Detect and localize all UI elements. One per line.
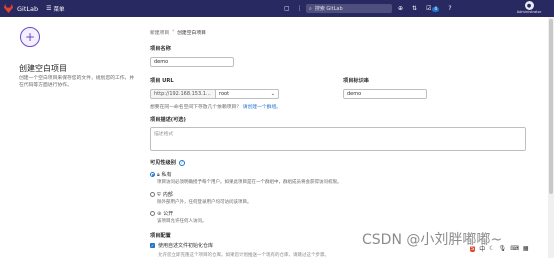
- create-group-link[interactable]: 请创建一个群组。: [243, 105, 281, 110]
- chinese-input-label[interactable]: 中: [479, 244, 485, 253]
- tanuki-icon: [4, 4, 13, 13]
- description-placeholder: 描述格式: [154, 132, 174, 137]
- user-menu[interactable]: ● Administrator: [516, 1, 542, 14]
- search-placeholder: 搜索 GitLab: [314, 6, 343, 12]
- readme-description: 允许您立即克隆这个项目的仓库。如果您计划推送一个现有的仓库，请跳过这个步骤。: [158, 253, 329, 258]
- url-prefix: http://192.168.153.1...: [150, 89, 216, 99]
- radio-internal[interactable]: [150, 192, 155, 197]
- gitlab-logo[interactable]: GitLab: [4, 4, 38, 13]
- globe-icon: ⊕: [157, 210, 162, 217]
- breadcrumb-new-project[interactable]: 新建项目: [150, 29, 169, 36]
- new-project-plus-icon: +: [20, 27, 40, 47]
- readme-label: 使用自述文件初始化仓库: [158, 243, 214, 249]
- internal-description: 除外部用户外，任何登录用户均可访问该项目。: [157, 200, 252, 205]
- avatar: ●: [524, 1, 534, 10]
- private-description: 项目访问必须明确授予每个用户。如果此项目是在一个群组中，群组成员将会获得访问权限…: [157, 180, 342, 185]
- lock-icon: 🔒︎: [157, 171, 160, 178]
- mic-icon[interactable]: 🎙︎: [499, 245, 507, 252]
- public-label: 公开: [163, 211, 174, 217]
- description-label: 项目描述(可选): [150, 117, 186, 123]
- project-slug-label: 项目标识串: [343, 78, 369, 84]
- visibility-option-private[interactable]: 🔒︎ 私有 项目访问必须明确授予每个用户。如果此项目是在一个群组中，群组成员将会…: [150, 171, 342, 185]
- chevron-down-icon: ⌄: [270, 91, 275, 97]
- todo-icon[interactable]: ☑ 0: [426, 5, 440, 12]
- top-navbar: GitLab ☰ 菜单 ▢ ⋮ ⌕ 搜索 GitLab ⊕ ⇅ ☑ 0 ? ● A…: [0, 0, 554, 17]
- help-icon[interactable]: ?: [448, 5, 451, 12]
- namespace-value: root: [219, 91, 230, 97]
- help-circle-icon[interactable]: ?: [178, 159, 185, 166]
- readme-checkbox-row[interactable]: ✓ 使用自述文件初始化仓库: [150, 242, 213, 249]
- merge-request-icon[interactable]: ⇅: [412, 5, 417, 12]
- namespace-select[interactable]: root ⌄: [215, 89, 279, 99]
- project-name-value: demo: [154, 59, 169, 65]
- page-description: 创建一个空白项目来保存您的文件，规划您的工作，并在代码等方面进行协作。: [19, 76, 135, 88]
- brand-name: GitLab: [17, 4, 39, 13]
- s-icon[interactable]: S: [470, 245, 476, 252]
- readme-checkbox[interactable]: ✓: [150, 243, 155, 248]
- url-prefix-text: http://192.168.153.1...: [154, 91, 211, 97]
- project-config-title: 项目配置: [150, 233, 171, 239]
- private-label: 私有: [161, 172, 172, 178]
- description-textarea[interactable]: 描述格式: [150, 127, 526, 151]
- todo-badge: 0: [432, 7, 440, 12]
- search-icon: ⌕: [309, 5, 312, 12]
- chevron-right-icon: ›: [172, 29, 175, 34]
- search-input[interactable]: ⌕ 搜索 GitLab: [306, 4, 392, 13]
- radio-public[interactable]: [150, 211, 155, 216]
- internal-label: 内部: [162, 192, 173, 198]
- menu-button[interactable]: ☰ 菜单: [46, 5, 64, 13]
- page-title: 创建空白项目: [19, 64, 67, 73]
- ime-tray: S 中 ☾ 🎙︎ ⌨ ▦: [470, 244, 529, 253]
- public-description: 该项目允许任何人访问。: [157, 219, 207, 224]
- visibility-option-public[interactable]: ⊕ 公开 该项目允许任何人访问。: [150, 210, 207, 224]
- plus-icon[interactable]: ⊕: [398, 5, 403, 12]
- keyboard-icon[interactable]: ⌨: [510, 245, 519, 252]
- menu-label: 菜单: [53, 6, 65, 13]
- breadcrumb-current: 创建空白项目: [177, 31, 206, 36]
- project-slug-value: demo: [347, 91, 362, 97]
- shield-icon: ⛨: [157, 191, 161, 198]
- hamburger-icon: ☰: [46, 5, 52, 12]
- help-question: 想要在同一命名空间下存放几个依赖项目？: [150, 105, 242, 110]
- group-help-text: 想要在同一命名空间下存放几个依赖项目？ 请创建一个群组。: [150, 103, 281, 110]
- visibility-title: 可见性级别 ?: [150, 159, 185, 166]
- moon-icon[interactable]: ☾: [489, 245, 494, 252]
- username: Administrator: [516, 10, 542, 14]
- radio-private[interactable]: [150, 172, 155, 177]
- issues-icon[interactable]: ▢: [284, 5, 290, 12]
- more-icon[interactable]: ⋮: [297, 5, 303, 12]
- project-name-input[interactable]: demo: [150, 57, 234, 67]
- breadcrumb: 新建项目 › 创建空白项目: [150, 29, 206, 36]
- visibility-option-internal[interactable]: ⛨ 内部 除外部用户外，任何登录用户均可访问该项目。: [150, 191, 252, 205]
- project-slug-input[interactable]: demo: [343, 89, 427, 99]
- visibility-title-text: 可见性级别: [150, 160, 176, 166]
- project-name-label: 项目名称: [150, 46, 171, 52]
- grid-icon[interactable]: ▦: [523, 245, 529, 252]
- project-url-label: 项目 URL: [150, 78, 174, 84]
- scrollbar-thumb[interactable]: [549, 19, 553, 194]
